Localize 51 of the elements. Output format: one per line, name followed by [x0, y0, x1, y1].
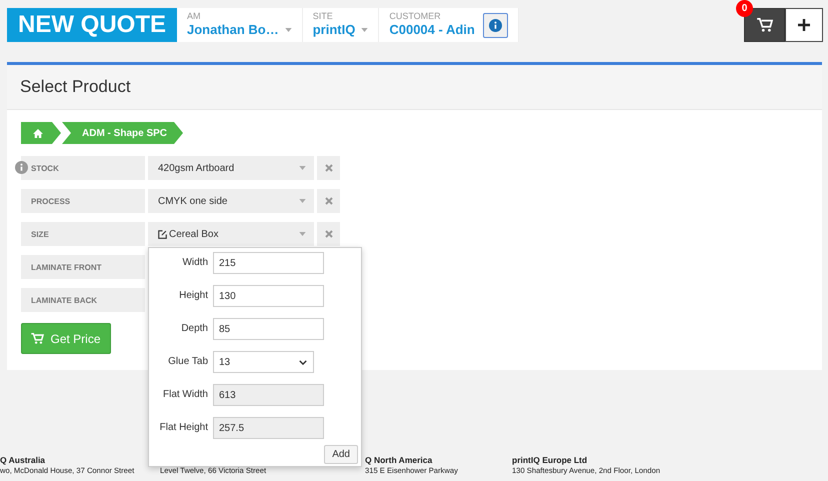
option-label: SIZE	[21, 222, 145, 246]
chevron-icon	[299, 360, 307, 364]
field-label: CUSTOMER	[389, 11, 442, 21]
field-label: Glue Tab	[167, 355, 208, 367]
office-heading: printIQ Europe Ltd	[512, 455, 588, 465]
field-label: Flat Width	[162, 388, 208, 400]
close-icon	[324, 197, 332, 205]
remove-button[interactable]	[317, 222, 340, 246]
select-dropdown[interactable]: 13	[213, 351, 314, 373]
panel-title: Select Product	[7, 65, 822, 110]
field-label: Width	[181, 256, 208, 268]
input-field[interactable]: 130	[213, 285, 324, 307]
option-label: STOCK	[21, 156, 145, 180]
field-label: AM	[187, 11, 202, 21]
option-dropdown[interactable]: CMYK one side	[148, 189, 314, 213]
option-dropdown[interactable]: Cereal Box	[148, 222, 314, 246]
office-heading: Q North America	[365, 455, 434, 465]
cart-count-badge: 0	[736, 0, 753, 17]
home-breadcrumb[interactable]	[21, 122, 61, 144]
field-label: Depth	[180, 322, 208, 334]
page-title: NEW QUOTE	[7, 8, 177, 42]
close-icon	[324, 230, 332, 238]
caret-icon	[299, 232, 306, 236]
close-icon	[324, 164, 332, 172]
caret-icon	[299, 166, 306, 170]
input-field[interactable]: 215	[213, 252, 324, 274]
cart-icon	[756, 18, 772, 32]
option-label: PROCESS	[21, 189, 145, 213]
input-field[interactable]: 85	[213, 318, 324, 340]
remove-button[interactable]	[317, 189, 340, 213]
remove-button[interactable]	[317, 156, 340, 180]
plus-icon	[798, 19, 810, 31]
add-button[interactable]	[785, 8, 823, 42]
option-label: LAMINATE BACK	[21, 288, 145, 312]
office-heading: Q Australia	[0, 455, 46, 465]
field-label: Flat Height	[158, 421, 208, 433]
header-value: C00004 - Adin	[389, 22, 475, 37]
add-button[interactable]: Add	[324, 445, 358, 464]
readonly-field: 613	[213, 384, 324, 406]
field-label: SITE	[312, 11, 334, 21]
caret-icon	[361, 28, 368, 32]
home-icon	[33, 128, 43, 138]
readonly-field: 257.5	[213, 417, 324, 439]
field-label: Height	[178, 289, 208, 301]
info-icon	[488, 18, 502, 32]
option-dropdown[interactable]: 420gsm Artboard	[148, 156, 314, 180]
info-button[interactable]	[482, 12, 508, 38]
caret-icon	[284, 28, 292, 32]
cart-icon	[31, 333, 44, 344]
caret-icon	[299, 199, 306, 203]
option-label: LAMINATE FRONT	[21, 255, 145, 279]
